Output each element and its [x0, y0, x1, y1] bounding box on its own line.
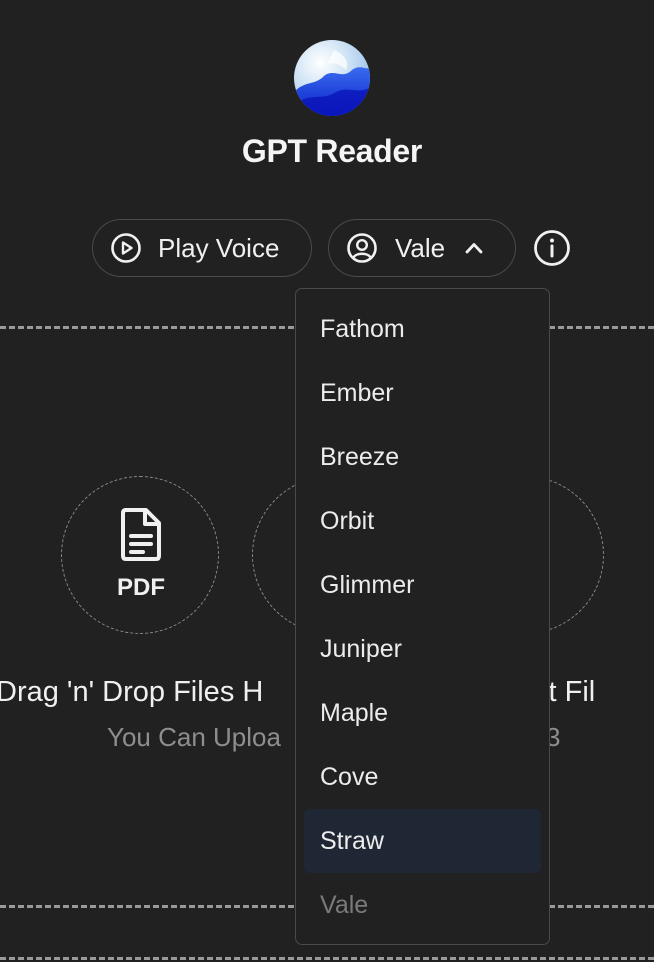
voice-option[interactable]: Juniper: [304, 617, 541, 681]
voice-select-button[interactable]: Vale: [328, 219, 516, 277]
voice-dropdown-menu: Fathom Ember Breeze Orbit Glimmer Junipe…: [295, 288, 550, 945]
play-circle-icon: [110, 232, 142, 264]
drop-files-text-left: Drag 'n' Drop Files H: [0, 676, 264, 708]
play-voice-button[interactable]: Play Voice: [92, 219, 312, 277]
voice-option[interactable]: Maple: [304, 681, 541, 745]
pdf-upload-option[interactable]: PDF: [61, 476, 219, 634]
voice-option-highlighted[interactable]: Straw: [304, 809, 541, 873]
document-icon: [119, 506, 163, 567]
voice-option[interactable]: Breeze: [304, 425, 541, 489]
voice-option[interactable]: Ember: [304, 361, 541, 425]
app-title: GPT Reader: [241, 133, 423, 169]
info-icon[interactable]: [533, 229, 571, 267]
play-voice-label: Play Voice: [158, 232, 280, 263]
pdf-label: PDF: [117, 574, 165, 601]
app-logo: [294, 40, 370, 116]
voice-option[interactable]: Cove: [304, 745, 541, 809]
voice-option-selected[interactable]: Vale: [304, 873, 541, 937]
user-circle-icon: [346, 232, 378, 264]
voice-select-label: Vale: [395, 232, 446, 263]
voice-option[interactable]: Orbit: [304, 489, 541, 553]
upload-area-lower-border: [0, 957, 654, 960]
voice-option[interactable]: Glimmer: [304, 553, 541, 617]
chevron-up-icon: [463, 237, 485, 259]
voice-option[interactable]: Fathom: [304, 297, 541, 361]
gpt-reader-page: GPT Reader Play Voice Vale PDF Drag 'n' …: [0, 0, 654, 962]
upload-hint-left: You Can Uploa: [107, 722, 281, 752]
